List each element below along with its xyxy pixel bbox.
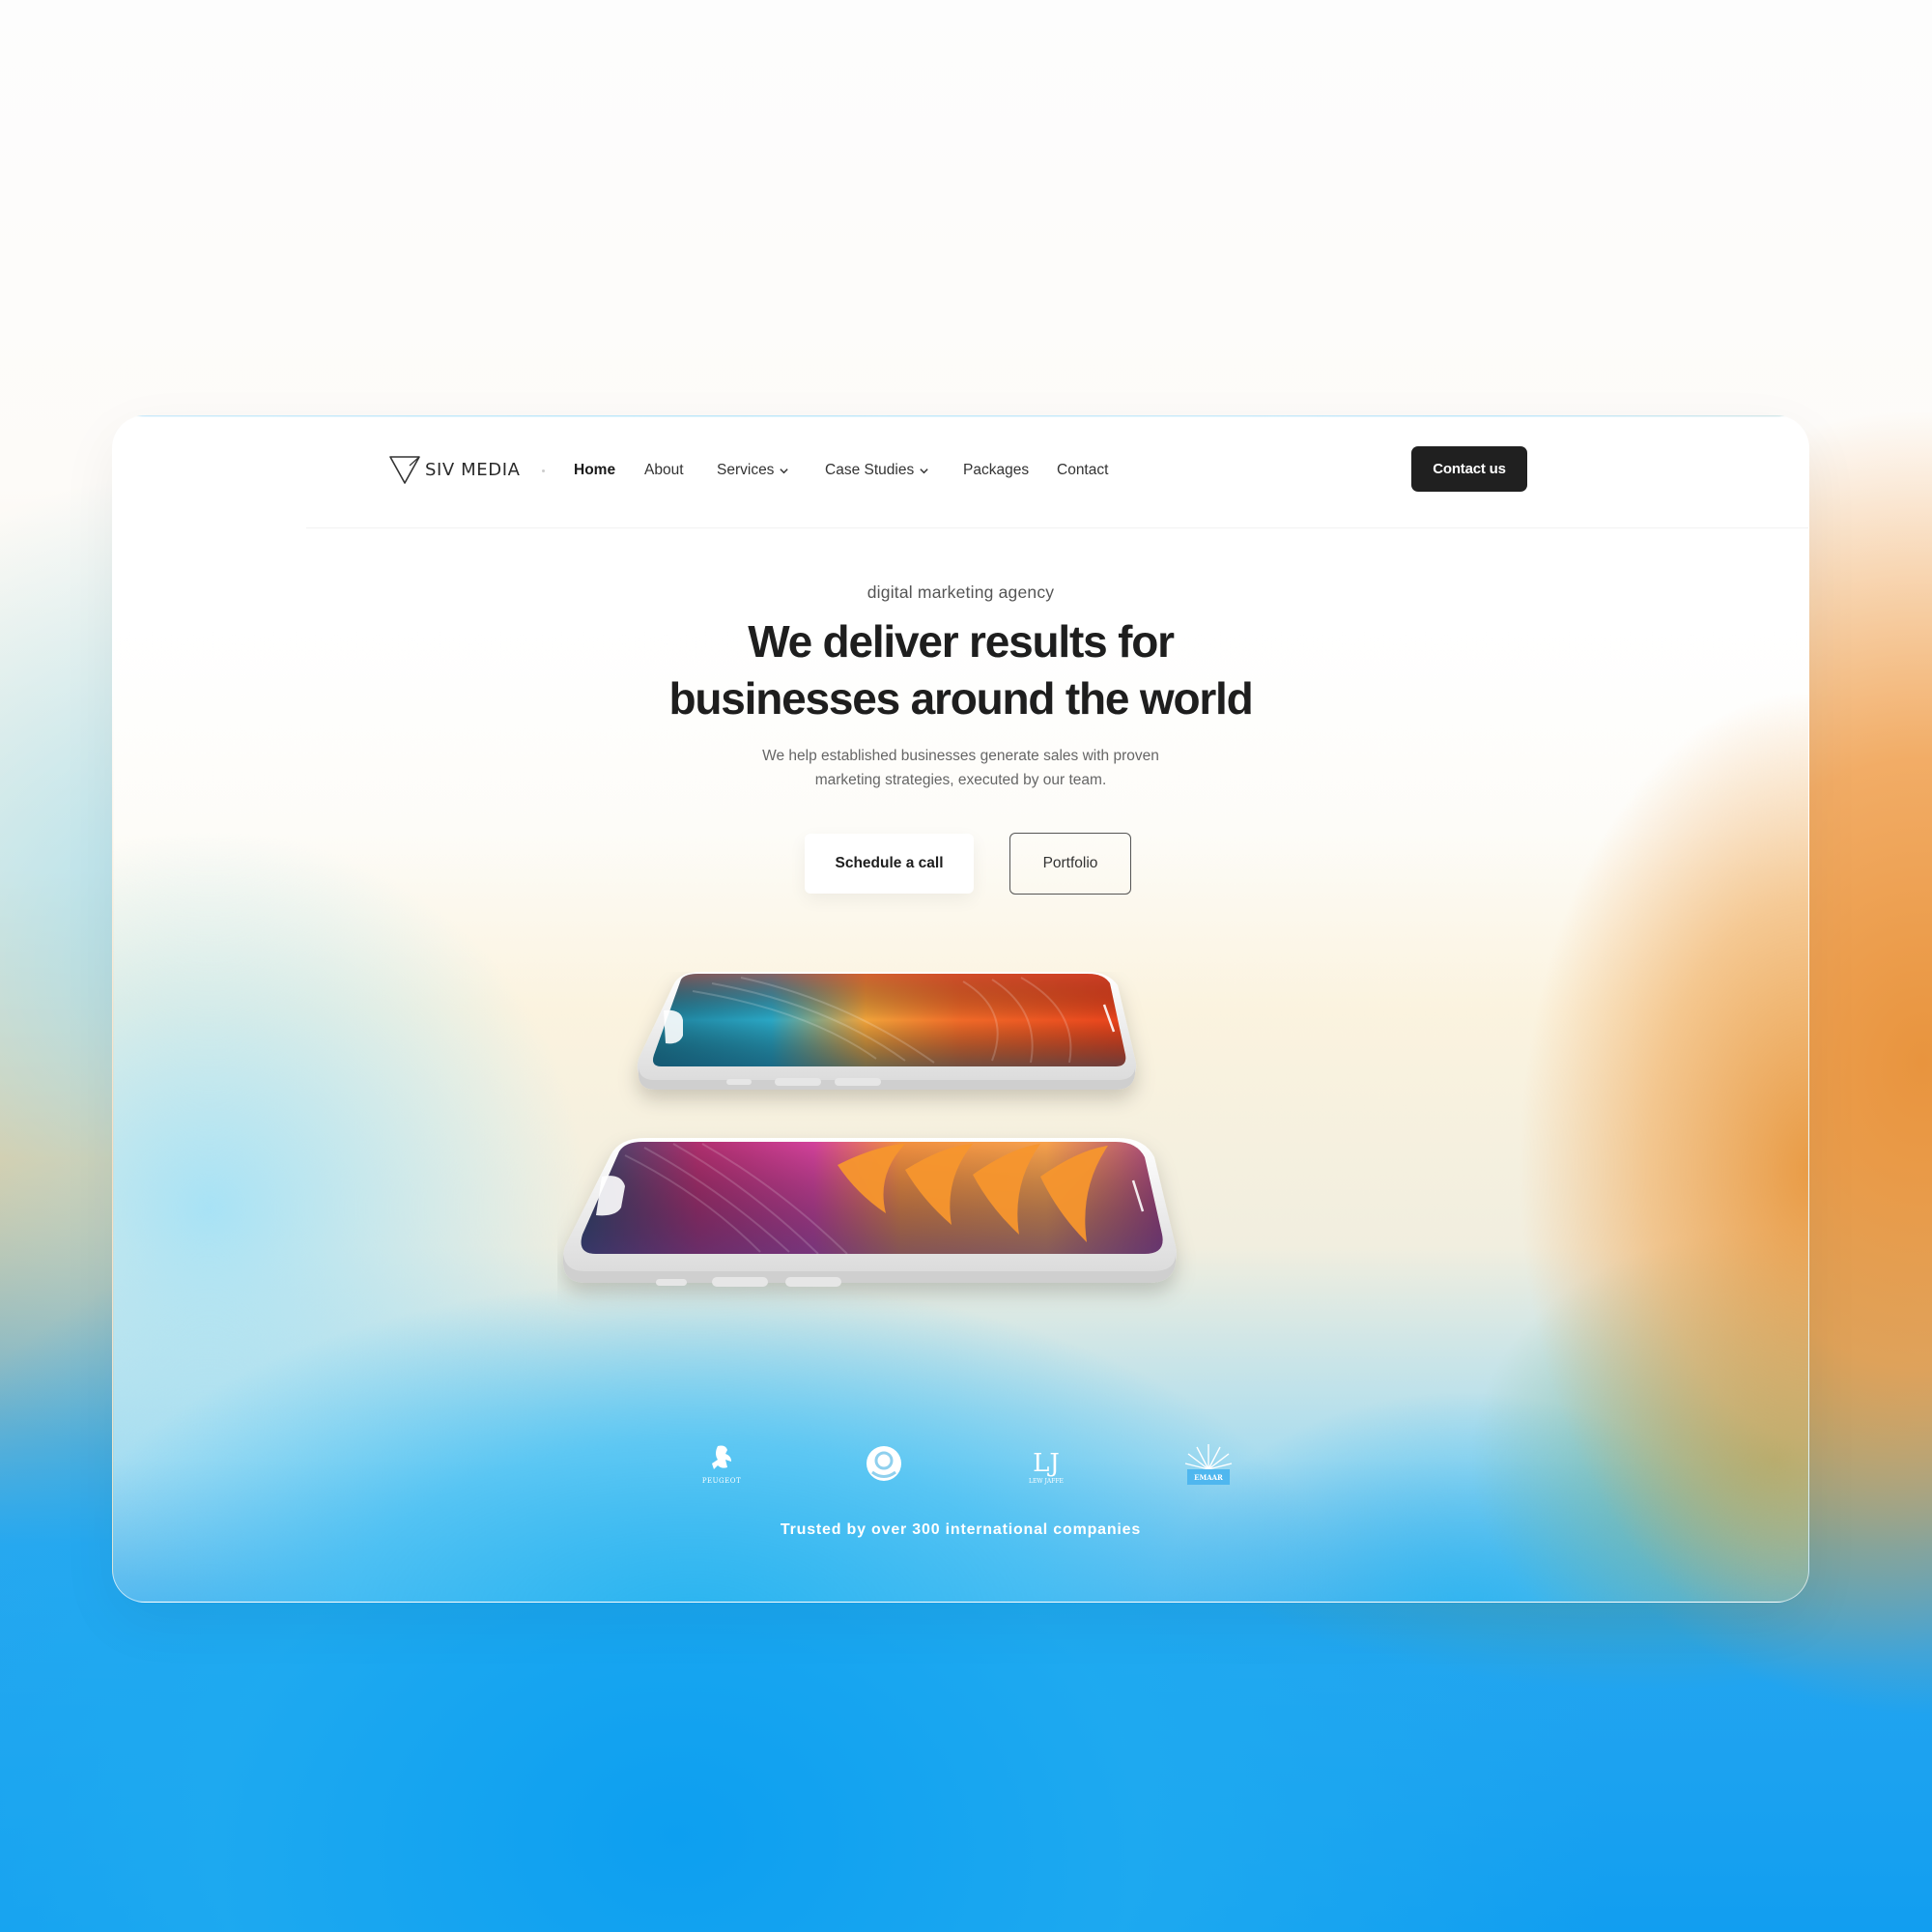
nav-item-label: About (644, 462, 684, 478)
subtext-line-2: marketing strategies, executed by our te… (814, 772, 1107, 788)
brand-name: SIV MEDIA (425, 459, 521, 480)
schedule-call-button[interactable]: Schedule a call (805, 834, 974, 894)
portfolio-button[interactable]: Portfolio (1009, 833, 1131, 895)
top-navigation: SIV MEDIA Home About Services Case Studi… (113, 416, 1808, 528)
headline-line-1: We deliver results for (748, 616, 1175, 667)
emaar-logo: EMAAR (1184, 1444, 1233, 1485)
emaar-logo-text: EMAAR (1194, 1473, 1223, 1482)
nav-item-services[interactable]: Services (717, 459, 789, 482)
brand-logo[interactable]: SIV MEDIA (388, 453, 521, 486)
nav-divider (306, 527, 1808, 528)
nav-item-label: Services (717, 462, 775, 478)
peugeot-logo-text: PEUGEOT (702, 1477, 741, 1485)
circle-face-logo (867, 1446, 901, 1481)
hero-headline: We deliver results for businesses around… (113, 613, 1808, 727)
lew-jaffe-logo: LJ LEW JAFFE (1029, 1449, 1064, 1485)
headline-line-2: businesses around the world (668, 673, 1253, 724)
trusted-by-text: Trusted by over 300 international compan… (780, 1521, 1142, 1538)
subtext-line-1: We help established businesses generate … (762, 748, 1159, 764)
nav-item-label: Packages (963, 462, 1030, 478)
hero-subtext: We help established businesses generate … (113, 744, 1808, 792)
nav-divider-dot (542, 469, 545, 472)
triangle-logo-icon (389, 456, 420, 484)
nav-item-contact[interactable]: Contact (1057, 459, 1108, 482)
nav-item-about[interactable]: About (644, 459, 684, 482)
chevron-down-icon (780, 468, 789, 473)
nav-item-case-studies[interactable]: Case Studies (825, 459, 929, 482)
nav-item-label: Case Studies (825, 462, 915, 478)
chevron-down-icon (920, 468, 928, 473)
hero-eyebrow: digital marketing agency (867, 582, 1055, 602)
contact-us-button[interactable]: Contact us (1411, 446, 1527, 492)
peugeot-logo: PEUGEOT (702, 1445, 741, 1485)
nav-item-packages[interactable]: Packages (963, 459, 1029, 482)
nav-item-label: Home (574, 462, 616, 478)
nav-item-home[interactable]: Home (574, 459, 615, 482)
svg-text:LJ: LJ (1033, 1449, 1060, 1478)
landing-page-card: SIV MEDIA Home About Services Case Studi… (112, 415, 1809, 1603)
lew-jaffe-logo-text: LEW JAFFE (1029, 1478, 1064, 1485)
nav-item-label: Contact (1057, 462, 1109, 478)
phone-mockups-image (563, 972, 1177, 1287)
